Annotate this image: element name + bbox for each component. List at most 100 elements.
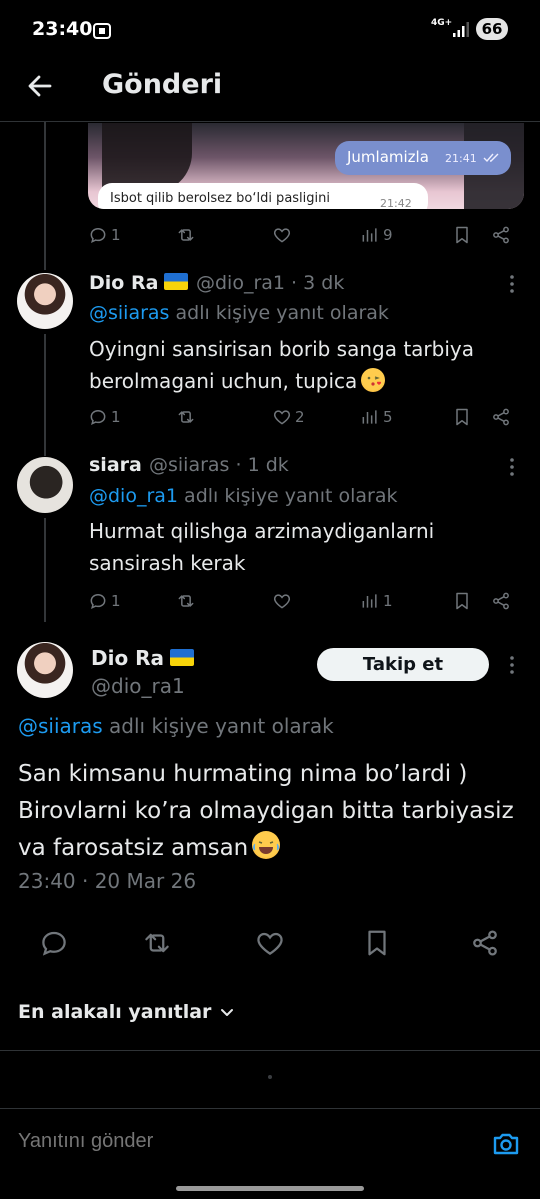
author-name[interactable]: siara bbox=[89, 454, 142, 476]
post-timestamp: 23:40 · 20 Mar 26 bbox=[18, 869, 197, 893]
chat-bubble-text: Jumlamizla bbox=[347, 148, 429, 166]
share-icon bbox=[493, 226, 509, 244]
mention-link[interactable]: @dio_ra1 bbox=[89, 485, 178, 507]
chat-bubble-outgoing: Jumlamizla 21:41 bbox=[335, 141, 511, 175]
reply-context: @dio_ra1 adlı kişiye yanıt olarak bbox=[89, 485, 398, 507]
more-options-icon[interactable] bbox=[502, 655, 522, 675]
heart-icon bbox=[273, 228, 291, 243]
bookmark-button[interactable] bbox=[452, 405, 472, 429]
follow-button[interactable]: Takip et bbox=[317, 648, 489, 681]
bookmark-button[interactable] bbox=[452, 589, 472, 613]
camera-icon[interactable] bbox=[490, 1128, 522, 1160]
reply-text: Oyingni sansirisan borib sanga tarbiya b… bbox=[89, 333, 509, 397]
author-handle[interactable]: @siiaras · 1 dk bbox=[149, 454, 289, 476]
avatar[interactable] bbox=[17, 273, 73, 329]
share-button[interactable] bbox=[491, 223, 511, 247]
chat-bubble-time: 21:41 bbox=[445, 152, 477, 165]
author-handle[interactable]: @dio_ra1 bbox=[91, 674, 185, 698]
share-button[interactable] bbox=[491, 589, 511, 613]
views-icon bbox=[362, 228, 377, 242]
reply-count: 1 bbox=[111, 408, 121, 426]
like-button[interactable] bbox=[272, 589, 292, 613]
author-name-text: Dio Ra bbox=[89, 272, 159, 294]
like-button[interactable] bbox=[272, 223, 292, 247]
comment-icon bbox=[90, 227, 106, 244]
post-actions: 1 9 bbox=[88, 223, 518, 247]
author-handle[interactable]: @dio_ra1 · 3 dk bbox=[196, 272, 344, 294]
back-arrow-icon[interactable] bbox=[24, 70, 56, 102]
repost-icon bbox=[178, 595, 194, 607]
chevron-down-icon bbox=[221, 1009, 234, 1016]
repost-icon[interactable] bbox=[142, 928, 172, 958]
divider bbox=[0, 1050, 540, 1051]
reply-input[interactable] bbox=[18, 1130, 458, 1153]
bookmark-button[interactable] bbox=[452, 223, 472, 247]
repost-button[interactable] bbox=[176, 223, 196, 247]
reply-text: Hurmat qilishga arzimaydiganlarni sansir… bbox=[89, 519, 435, 575]
share-icon bbox=[493, 408, 509, 426]
reply-count: 1 bbox=[111, 226, 121, 244]
status-bar: 23:40 4G+ 66 bbox=[0, 0, 540, 60]
more-options-icon[interactable] bbox=[502, 274, 522, 294]
screen-record-icon bbox=[93, 23, 111, 39]
ukraine-flag-icon bbox=[164, 273, 189, 290]
thread-line bbox=[44, 518, 46, 622]
reply-icon[interactable] bbox=[39, 928, 69, 958]
status-time: 23:40 bbox=[32, 18, 93, 40]
divider bbox=[0, 1108, 540, 1109]
reply-button[interactable]: 1 bbox=[88, 223, 121, 247]
reply-context-text: adlı kişiye yanıt olarak bbox=[169, 302, 389, 324]
reply-count: 1 bbox=[111, 592, 121, 610]
share-icon[interactable] bbox=[470, 928, 500, 958]
views-button[interactable]: 1 bbox=[360, 589, 393, 613]
chat-bubble-time: 21:42 bbox=[380, 197, 412, 209]
views-button[interactable]: 9 bbox=[360, 223, 393, 247]
avatar[interactable] bbox=[17, 457, 73, 513]
post-text: San kimsanu hurmating nima bo’lardi ) Bi… bbox=[18, 756, 528, 867]
author-name-text: Dio Ra bbox=[91, 646, 165, 670]
reply-composer bbox=[0, 1110, 540, 1180]
comment-icon bbox=[90, 593, 106, 610]
heart-icon[interactable] bbox=[255, 928, 285, 958]
mention-link[interactable]: @siiaras bbox=[18, 714, 103, 738]
bookmark-icon[interactable] bbox=[362, 928, 392, 958]
laughing-emoji-icon bbox=[252, 831, 281, 859]
views-count: 5 bbox=[383, 408, 393, 426]
reply-actions: 1 1 bbox=[88, 589, 518, 613]
views-button[interactable]: 5 bbox=[360, 405, 393, 429]
thread-line bbox=[44, 334, 46, 456]
views-count: 1 bbox=[383, 592, 393, 610]
network-type: 4G+ bbox=[431, 18, 453, 28]
reply-context-text: adlı kişiye yanıt olarak bbox=[178, 485, 398, 507]
post-actions bbox=[0, 928, 540, 964]
thread-line bbox=[44, 122, 46, 270]
repost-button[interactable] bbox=[176, 405, 196, 429]
avatar[interactable] bbox=[17, 642, 73, 698]
reply-sort-dropdown[interactable]: En alakalı yanıtlar bbox=[18, 1001, 235, 1023]
share-button[interactable] bbox=[491, 405, 511, 429]
author-name[interactable]: Dio Ra bbox=[91, 646, 195, 670]
mention-link[interactable]: @siiaras bbox=[89, 302, 169, 324]
like-button[interactable]: 2 bbox=[272, 405, 305, 429]
reply-actions: 1 2 5 bbox=[88, 405, 518, 429]
author-name[interactable]: Dio Ra bbox=[89, 272, 189, 294]
views-icon bbox=[362, 410, 377, 424]
app-header: Gönderi bbox=[0, 60, 540, 122]
more-options-icon[interactable] bbox=[502, 457, 522, 477]
repost-button[interactable] bbox=[176, 589, 196, 613]
bookmark-icon bbox=[456, 226, 468, 244]
page-title: Gönderi bbox=[102, 69, 223, 100]
reply-button[interactable]: 1 bbox=[88, 589, 121, 613]
ukraine-flag-icon bbox=[170, 649, 195, 666]
reply-context: @siiaras adlı kişiye yanıt olarak bbox=[89, 302, 389, 324]
home-indicator[interactable] bbox=[176, 1186, 364, 1191]
reply-button[interactable]: 1 bbox=[88, 405, 121, 429]
loading-dot bbox=[268, 1075, 272, 1079]
reply-context-text: adlı kişiye yanıt olarak bbox=[102, 714, 334, 738]
heart-icon bbox=[273, 410, 291, 425]
post-image[interactable]: Jumlamizla 21:41 Isbot qilib berolsez bo… bbox=[88, 123, 524, 209]
like-count: 2 bbox=[295, 408, 305, 426]
comment-icon bbox=[90, 409, 106, 426]
reply-context: @siiaras adlı kişiye yanıt olarak bbox=[18, 714, 334, 738]
views-count: 9 bbox=[383, 226, 393, 244]
